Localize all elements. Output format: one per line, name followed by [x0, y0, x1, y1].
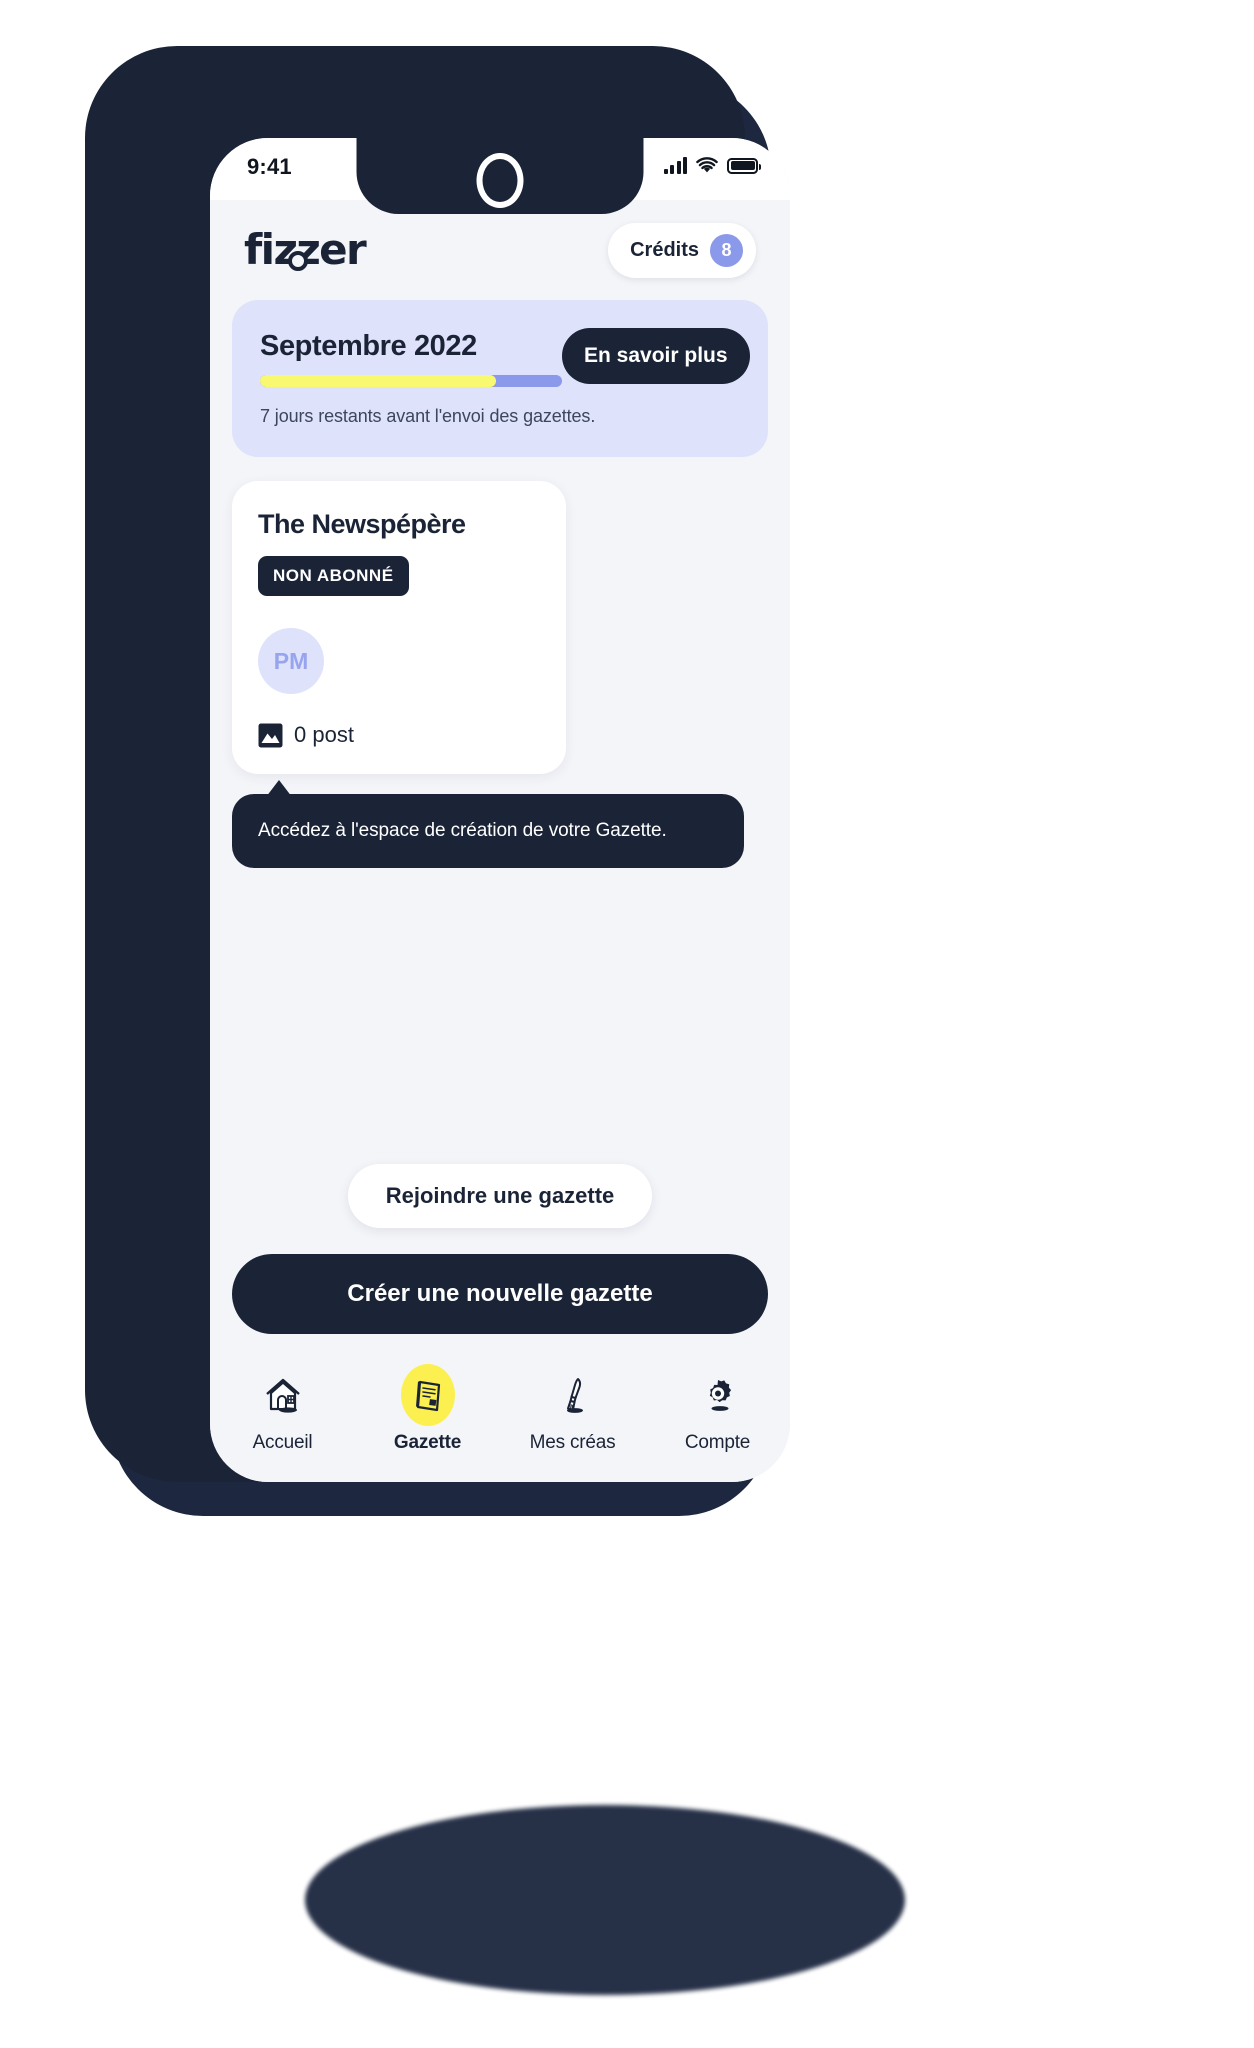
- onboarding-tooltip: Accédez à l'espace de création de votre …: [232, 780, 744, 868]
- en-savoir-plus-button[interactable]: En savoir plus: [562, 328, 750, 384]
- phone-ground-shadow: [305, 1805, 905, 1995]
- wifi-icon: [696, 157, 718, 174]
- banner-progress-fill: [260, 375, 496, 388]
- banner-month-label: Septembre 2022: [260, 329, 477, 362]
- join-gazette-button[interactable]: Rejoindre une gazette: [347, 1164, 653, 1228]
- tab-compte[interactable]: Compte: [645, 1364, 790, 1454]
- gazette-card[interactable]: The Newspépère NON ABONNÉ PM 0 post: [232, 481, 566, 774]
- banner-note-text: 7 jours restants avant l'envoi des gazet…: [260, 406, 596, 426]
- phone-screen: 9:41 fizzer Crédits 8 Septembre 2022 En …: [210, 138, 790, 1482]
- avatar: PM: [258, 628, 324, 694]
- credits-label: Crédits: [630, 238, 699, 261]
- scene: 9:41 fizzer Crédits 8 Septembre 2022 En …: [0, 0, 1254, 2048]
- banner-top-row: Septembre 2022 En savoir plus: [260, 328, 750, 390]
- banner-left: Septembre 2022: [260, 329, 562, 388]
- tab-label-accueil: Accueil: [252, 1432, 313, 1453]
- logo-z-loop-icon: [288, 251, 308, 271]
- newspaper-icon: [400, 1364, 455, 1426]
- screen-content: Septembre 2022 En savoir plus 7 jours re…: [210, 300, 790, 868]
- month-banner: Septembre 2022 En savoir plus 7 jours re…: [232, 300, 768, 457]
- gazette-post-count-row: 0 post: [258, 722, 540, 748]
- banner-progress-bar: [260, 375, 562, 388]
- phone-frame: 9:41 fizzer Crédits 8 Septembre 2022 En …: [85, 46, 790, 1614]
- paintbrush-icon: [546, 1364, 600, 1426]
- credits-button[interactable]: Crédits 8: [608, 222, 756, 278]
- tab-accueil[interactable]: Accueil: [210, 1364, 355, 1454]
- subscription-status-badge: NON ABONNÉ: [258, 556, 409, 596]
- status-bar-time: 9:41: [247, 154, 292, 179]
- front-camera-icon: [476, 152, 524, 208]
- house-icon: [256, 1364, 310, 1426]
- gazette-post-count-label: 0 post: [294, 722, 354, 747]
- fizzer-logo: fizzer: [244, 229, 367, 271]
- photo-icon: [258, 723, 283, 748]
- battery-icon: [727, 157, 761, 174]
- tab-label-compte: Compte: [684, 1432, 751, 1453]
- status-bar-icons: [663, 157, 761, 174]
- credits-count-badge: 8: [710, 233, 743, 267]
- tooltip-text: Accédez à l'espace de création de votre …: [258, 820, 667, 841]
- tab-label-mes-creas: Mes créas: [529, 1432, 616, 1453]
- cellular-signal-icon: [663, 157, 687, 174]
- phone-notch: [356, 138, 644, 214]
- create-gazette-button[interactable]: Créer une nouvelle gazette: [232, 1254, 768, 1334]
- bottom-actions: Rejoindre une gazette Créer une nouvelle…: [210, 1164, 790, 1334]
- tab-mes-creas[interactable]: Mes créas: [500, 1364, 645, 1454]
- bottom-tab-bar: Accueil Gazette Mes créas Compte: [210, 1350, 790, 1482]
- tooltip-arrow-icon: [266, 780, 292, 797]
- tab-gazette[interactable]: Gazette: [355, 1364, 500, 1454]
- app-header: fizzer Crédits 8: [210, 200, 790, 300]
- gazette-title: The Newspépère: [258, 509, 466, 539]
- gear-icon: [691, 1364, 745, 1426]
- tab-label-gazette: Gazette: [393, 1432, 462, 1453]
